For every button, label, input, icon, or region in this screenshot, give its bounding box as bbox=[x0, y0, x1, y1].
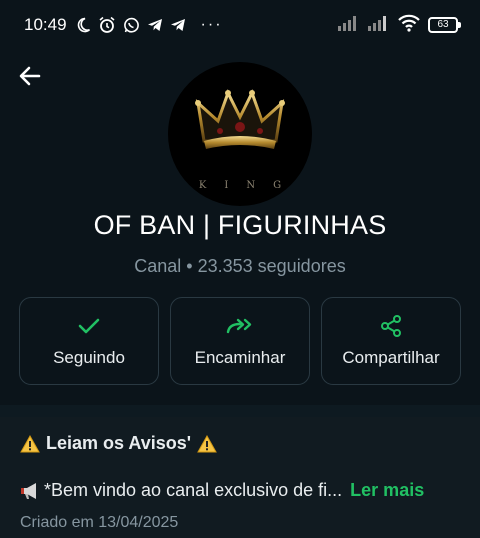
megaphone-icon bbox=[20, 482, 42, 500]
channel-avatar[interactable]: KING bbox=[168, 62, 312, 206]
channel-meta: Canal • 23.353 seguidores bbox=[134, 256, 346, 276]
battery-icon: 63 bbox=[428, 17, 461, 33]
forward-label: Encaminhar bbox=[194, 348, 286, 367]
status-bar: 10:49 ··· 63 bbox=[0, 0, 480, 50]
channel-description: Leiam os Avisos' *Bem vindo ao canal exc… bbox=[0, 417, 480, 538]
channel-name: OF BAN | FIGURINHAS bbox=[93, 210, 387, 240]
back-button[interactable] bbox=[14, 60, 46, 92]
warning-icon bbox=[20, 434, 40, 453]
description-preview: *Bem vindo ao canal exclusivo de fi... L… bbox=[20, 480, 424, 501]
avatar-caption: KING bbox=[198, 180, 300, 191]
arrow-left-icon bbox=[19, 66, 41, 86]
status-notification-icons: ··· bbox=[75, 16, 223, 34]
notice-heading: Leiam os Avisos' bbox=[20, 433, 217, 454]
share-button[interactable]: Compartilhar bbox=[321, 297, 461, 385]
check-icon bbox=[78, 314, 100, 338]
notice-text: Leiam os Avisos' bbox=[46, 433, 192, 453]
wifi-icon bbox=[398, 14, 420, 37]
share-icon bbox=[379, 314, 403, 338]
following-label: Seguindo bbox=[53, 348, 125, 367]
description-text: *Bem vindo ao canal exclusivo de fi... bbox=[44, 480, 343, 500]
alarm-icon bbox=[98, 16, 116, 34]
warning-icon bbox=[197, 434, 217, 453]
share-label: Compartilhar bbox=[342, 348, 440, 367]
status-time: 10:49 bbox=[24, 15, 67, 34]
channel-actions: Seguindo Encaminhar Compartilhar bbox=[19, 297, 461, 385]
crown-icon bbox=[195, 89, 285, 149]
status-system-icons: 63 bbox=[338, 14, 461, 37]
signal-icon bbox=[338, 15, 360, 36]
created-date: Criado em 13/04/2025 bbox=[20, 514, 179, 531]
read-more-link[interactable]: Ler mais bbox=[350, 480, 424, 501]
forward-icon bbox=[226, 314, 254, 338]
following-button[interactable]: Seguindo bbox=[19, 297, 159, 385]
forward-button[interactable]: Encaminhar bbox=[170, 297, 310, 385]
telegram-icon bbox=[147, 17, 163, 33]
whatsapp-icon bbox=[123, 17, 140, 34]
moon-icon bbox=[75, 17, 91, 33]
more-dots-icon: ··· bbox=[200, 16, 223, 33]
section-divider bbox=[0, 405, 480, 417]
telegram-icon bbox=[170, 17, 186, 33]
signal-icon bbox=[368, 15, 390, 36]
